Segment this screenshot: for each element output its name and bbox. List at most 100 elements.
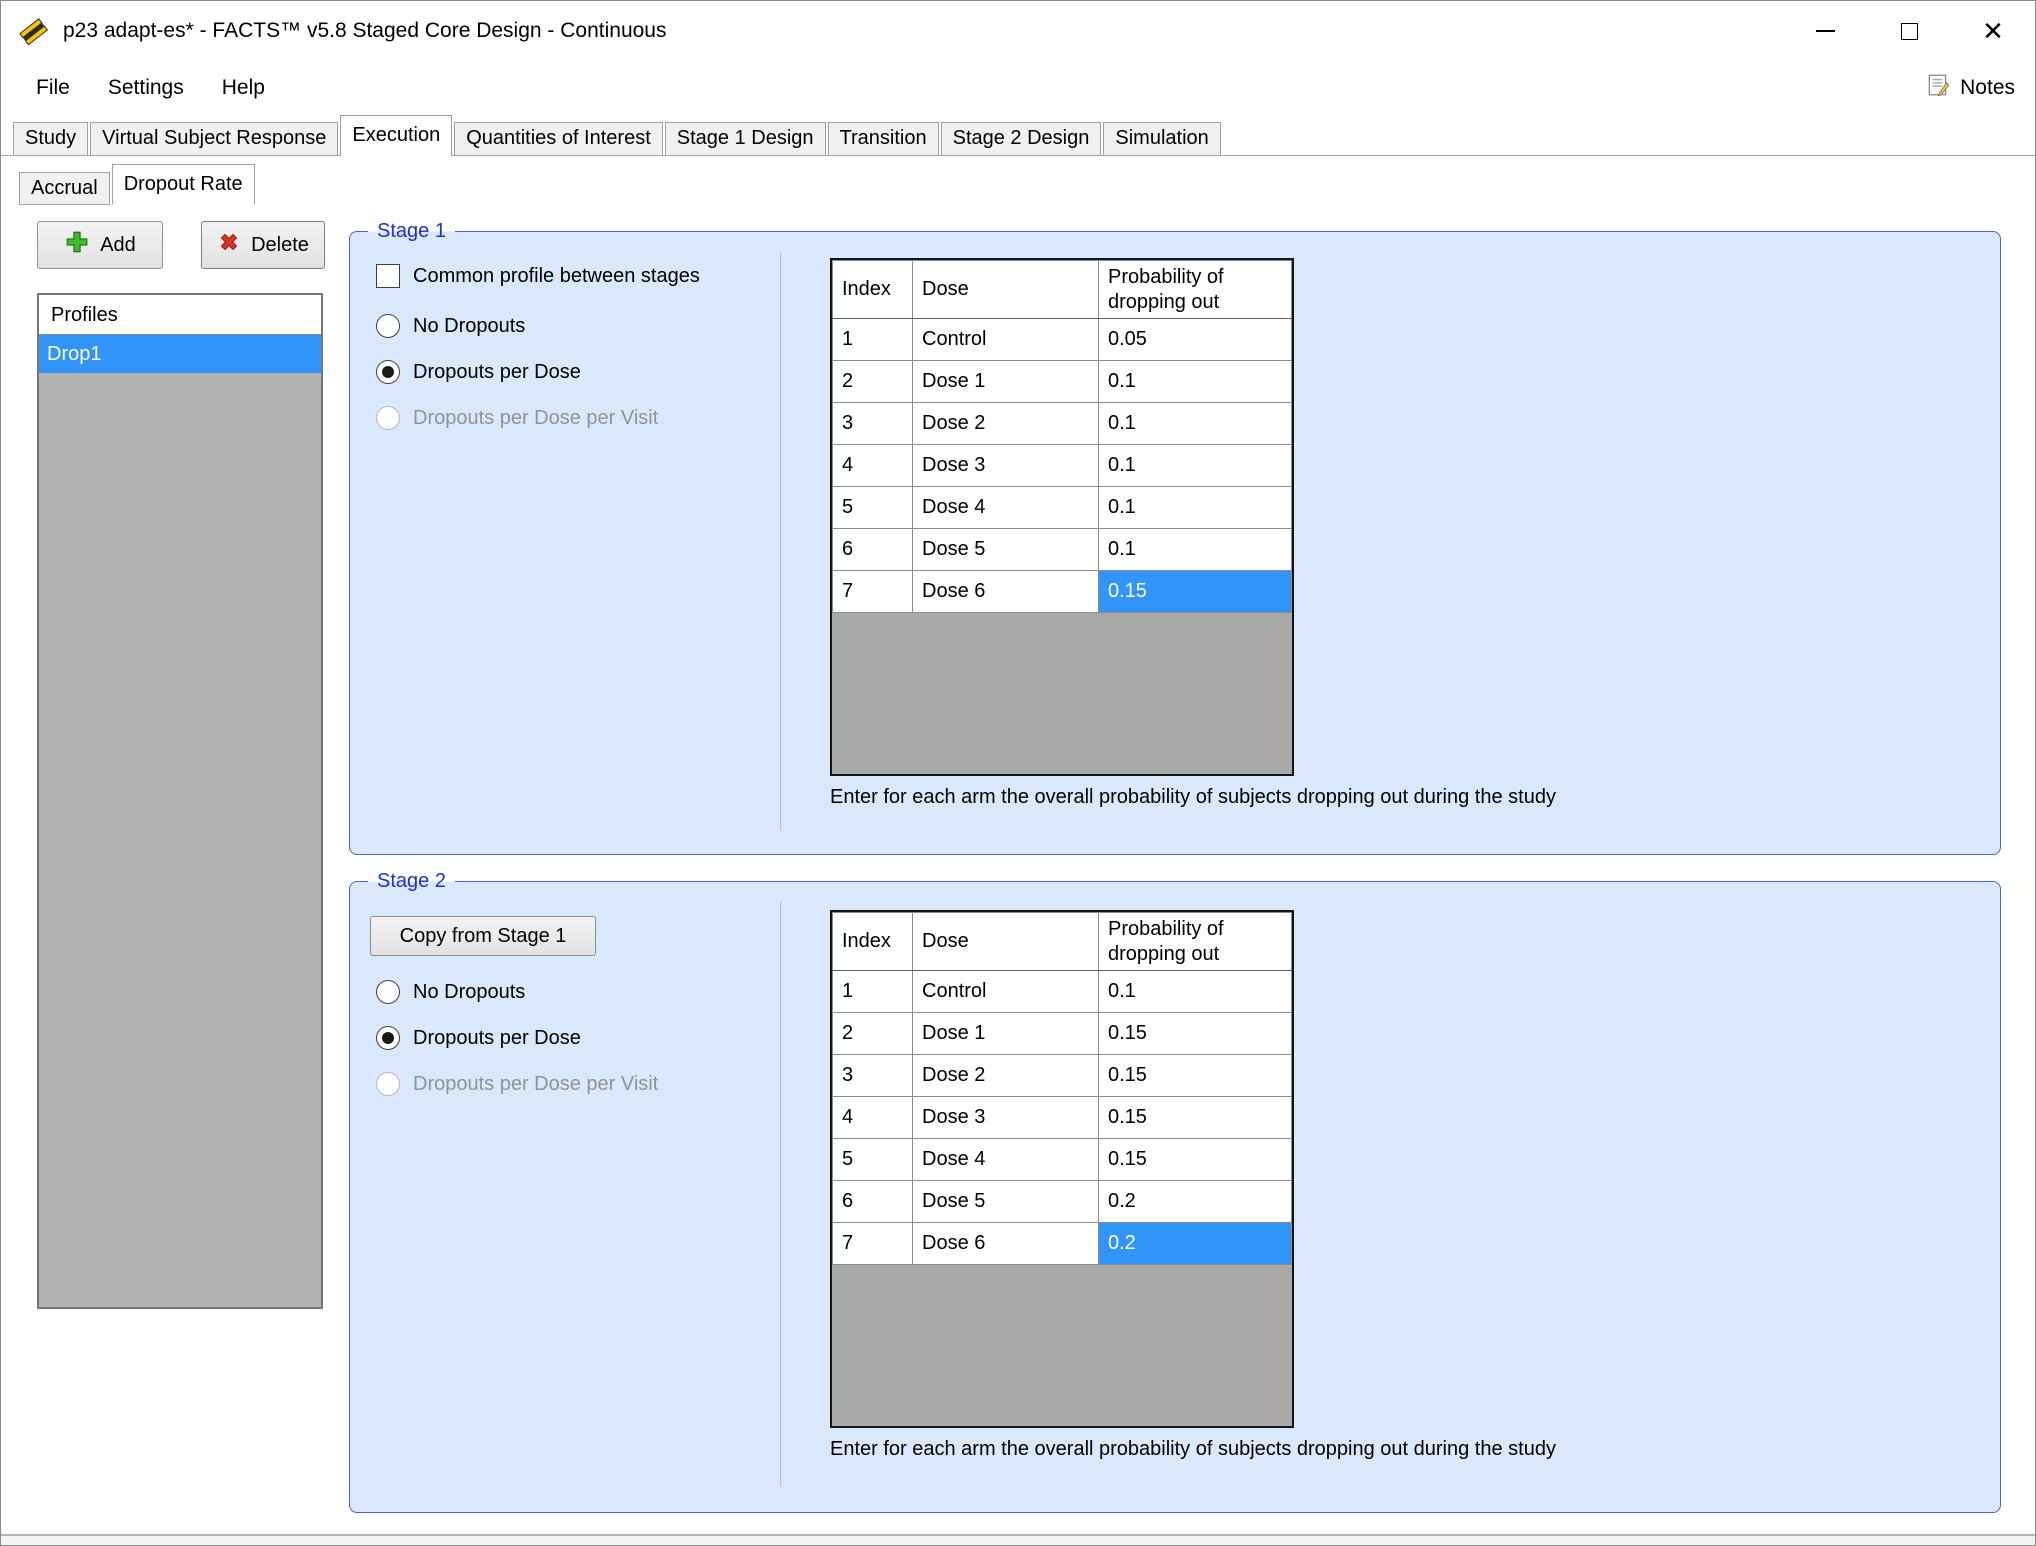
radio-no-dropouts[interactable]: No Dropouts <box>376 312 525 340</box>
profiles-list-header: Profiles <box>39 295 321 335</box>
table-cell[interactable]: Dose 6 <box>913 571 1099 613</box>
radio-icon-selected <box>376 1026 400 1050</box>
table-row: 3Dose 20.1 <box>833 403 1292 445</box>
menu-item-help[interactable]: Help <box>203 61 284 115</box>
table-cell[interactable]: 0.1 <box>1099 487 1292 529</box>
table-cell[interactable]: 2 <box>833 1013 913 1055</box>
table-row: 1Control0.1 <box>833 971 1292 1013</box>
menu-item-file[interactable]: File <box>17 61 89 115</box>
copy-from-stage1-button[interactable]: Copy from Stage 1 <box>370 916 596 956</box>
tab-quantities-of-interest[interactable]: Quantities of Interest <box>454 122 663 155</box>
column-header[interactable]: Dose <box>913 913 1099 971</box>
table-cell[interactable]: 1 <box>833 971 913 1013</box>
subtab-dropout-rate[interactable]: Dropout Rate <box>112 164 255 205</box>
tab-stage-2-design[interactable]: Stage 2 Design <box>941 122 1102 155</box>
table-cell[interactable]: 0.15 <box>1099 1139 1292 1181</box>
table-cell[interactable]: Control <box>913 971 1099 1013</box>
table-cell[interactable]: 0.2 <box>1099 1223 1292 1265</box>
table-row: 7Dose 60.15 <box>833 571 1292 613</box>
table-cell[interactable]: 3 <box>833 1055 913 1097</box>
table-cell[interactable]: 7 <box>833 571 913 613</box>
table-row: 6Dose 50.1 <box>833 529 1292 571</box>
column-header[interactable]: Probability of dropping out <box>1099 913 1292 971</box>
table-row: 1Control0.05 <box>833 319 1292 361</box>
notes-button[interactable]: Notes <box>1925 72 2015 104</box>
table-cell[interactable]: Dose 1 <box>913 361 1099 403</box>
maximize-button[interactable] <box>1867 1 1951 61</box>
radio-icon-disabled <box>376 1072 400 1096</box>
table-cell[interactable]: 0.15 <box>1099 1055 1292 1097</box>
table-cell[interactable]: 0.05 <box>1099 319 1292 361</box>
table-cell[interactable]: Dose 4 <box>913 1139 1099 1181</box>
tab-stage-1-design[interactable]: Stage 1 Design <box>665 122 826 155</box>
table-cell[interactable]: Dose 5 <box>913 529 1099 571</box>
copy-from-stage1-button-label: Copy from Stage 1 <box>400 925 567 948</box>
table-cell[interactable]: 0.1 <box>1099 445 1292 487</box>
window-title: p23 adapt-es* - FACTS™ v5.8 Staged Core … <box>63 19 666 43</box>
close-button[interactable]: ✕ <box>1951 1 2035 61</box>
radio-dropouts-per-dose[interactable]: Dropouts per Dose <box>376 1024 581 1052</box>
table-cell[interactable]: 0.1 <box>1099 361 1292 403</box>
table-cell[interactable]: 1 <box>833 319 913 361</box>
table-cell[interactable]: Dose 2 <box>913 1055 1099 1097</box>
app-logo-icon[interactable] <box>17 15 49 47</box>
table-cell[interactable]: 3 <box>833 403 913 445</box>
table-row: 3Dose 20.15 <box>833 1055 1292 1097</box>
common-profile-checkbox[interactable]: Common profile between stages <box>376 262 700 290</box>
add-button[interactable]: Add <box>37 221 163 269</box>
table-cell[interactable]: 0.15 <box>1099 571 1292 613</box>
column-header[interactable]: Index <box>833 261 913 319</box>
plus-icon <box>64 229 90 261</box>
table-cell[interactable]: 0.15 <box>1099 1013 1292 1055</box>
table-cell[interactable]: Dose 6 <box>913 1223 1099 1265</box>
notes-label: Notes <box>1960 76 2015 100</box>
table-cell[interactable]: 5 <box>833 487 913 529</box>
table-cell[interactable]: Dose 3 <box>913 445 1099 487</box>
radio-no-dropouts[interactable]: No Dropouts <box>376 978 525 1006</box>
table-cell[interactable]: Dose 4 <box>913 487 1099 529</box>
red-x-icon <box>217 230 241 260</box>
profile-list-item[interactable]: Drop1 <box>39 335 321 373</box>
table-cell[interactable]: 0.15 <box>1099 1097 1292 1139</box>
table-cell[interactable]: Dose 1 <box>913 1013 1099 1055</box>
column-header[interactable]: Probability of dropping out <box>1099 261 1292 319</box>
column-header[interactable]: Dose <box>913 261 1099 319</box>
table-cell[interactable]: 0.2 <box>1099 1181 1292 1223</box>
tab-virtual-subject-response[interactable]: Virtual Subject Response <box>90 122 338 155</box>
tab-execution[interactable]: Execution <box>340 115 452 156</box>
table-cell[interactable]: 7 <box>833 1223 913 1265</box>
radio-dropouts-per-dose[interactable]: Dropouts per Dose <box>376 358 581 386</box>
table-cell[interactable]: Dose 5 <box>913 1181 1099 1223</box>
checkbox-icon <box>376 264 400 288</box>
radio-dropouts-per-dose-per-visit-label: Dropouts per Dose per Visit <box>413 407 658 430</box>
table-cell[interactable]: 2 <box>833 361 913 403</box>
table-cell[interactable]: 0.1 <box>1099 971 1292 1013</box>
minimize-button[interactable] <box>1783 1 1867 61</box>
radio-icon-disabled <box>376 406 400 430</box>
table-cell[interactable]: 6 <box>833 529 913 571</box>
menu-item-settings[interactable]: Settings <box>89 61 203 115</box>
table-cell[interactable]: Dose 2 <box>913 403 1099 445</box>
table-cell[interactable]: 0.1 <box>1099 403 1292 445</box>
table-cell[interactable]: 0.1 <box>1099 529 1292 571</box>
table-cell[interactable]: 6 <box>833 1181 913 1223</box>
table-cell[interactable]: 5 <box>833 1139 913 1181</box>
delete-button-label: Delete <box>251 234 309 257</box>
table-cell[interactable]: Dose 3 <box>913 1097 1099 1139</box>
table-cell[interactable]: 4 <box>833 445 913 487</box>
subtab-accrual[interactable]: Accrual <box>19 172 110 205</box>
tab-study[interactable]: Study <box>13 122 88 155</box>
profiles-list-items: Drop1 <box>39 335 321 373</box>
column-header[interactable]: Index <box>833 913 913 971</box>
table-row: 4Dose 30.15 <box>833 1097 1292 1139</box>
table-cell[interactable]: Control <box>913 319 1099 361</box>
stage2-dropout-table: IndexDoseProbability of dropping out1Con… <box>830 910 1294 1428</box>
tab-transition[interactable]: Transition <box>828 122 939 155</box>
table-row: 5Dose 40.1 <box>833 487 1292 529</box>
table-cell[interactable]: 4 <box>833 1097 913 1139</box>
delete-button[interactable]: Delete <box>201 221 325 269</box>
minimize-icon <box>1816 30 1835 32</box>
tab-simulation[interactable]: Simulation <box>1103 122 1220 155</box>
stage1-group-title: Stage 1 <box>368 218 455 245</box>
common-profile-checkbox-label: Common profile between stages <box>413 265 700 288</box>
